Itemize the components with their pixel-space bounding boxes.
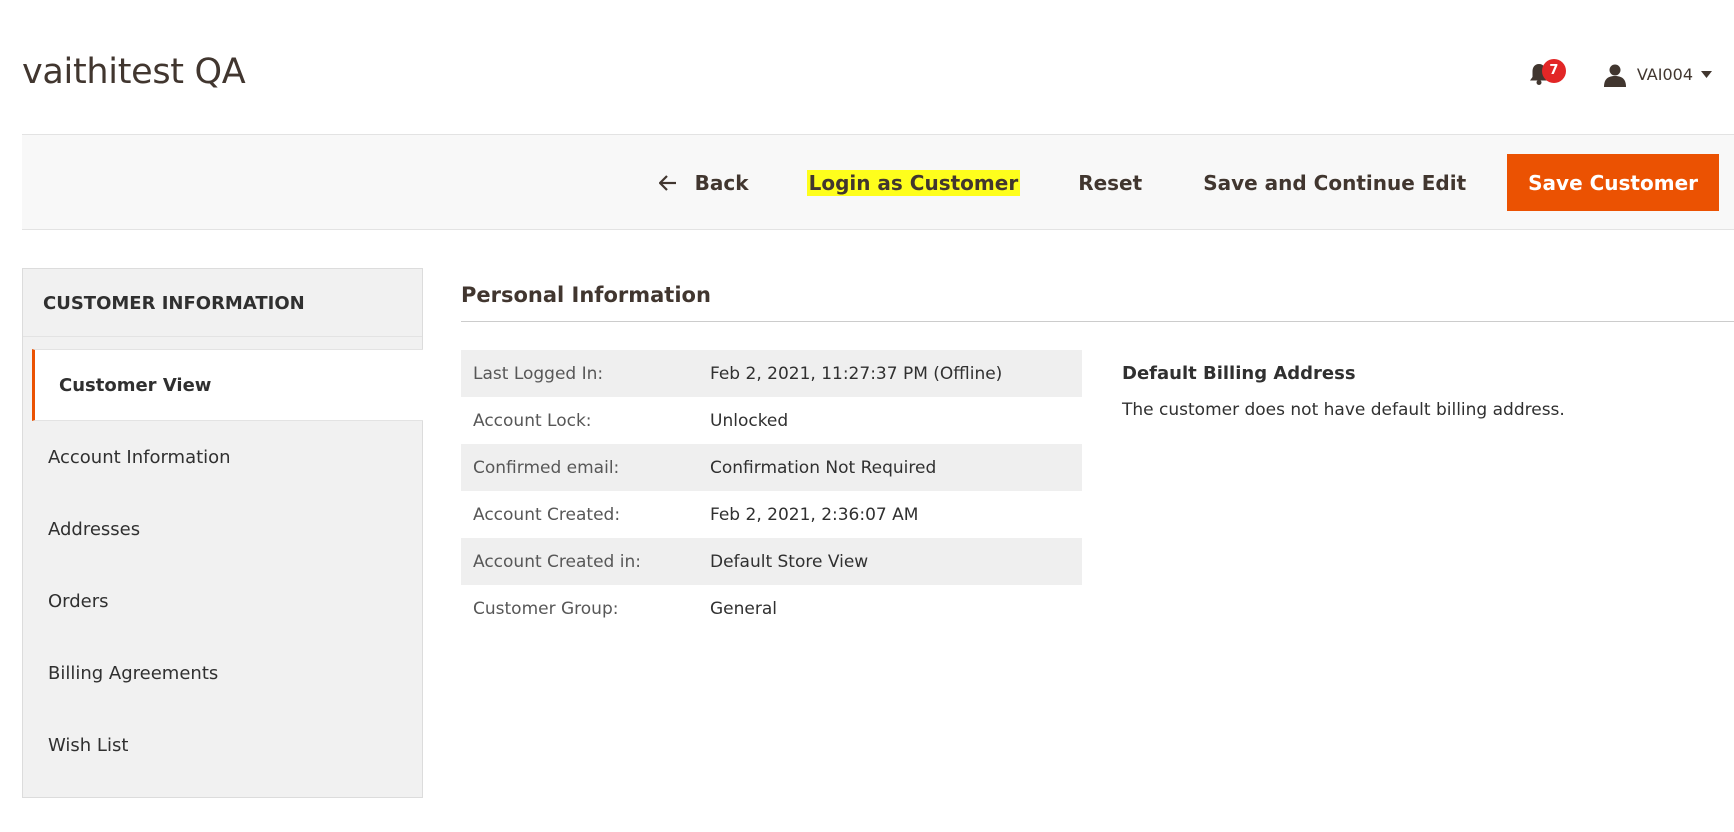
row-label: Account Created: (473, 504, 621, 525)
arrow-left-icon (658, 174, 676, 191)
back-button[interactable]: Back (656, 165, 752, 201)
sidebar-item-orders[interactable]: Orders (22, 565, 423, 637)
row-label: Confirmed email: (461, 444, 698, 491)
save-and-continue-edit-button[interactable]: Save and Continue Edit (1200, 165, 1469, 201)
table-row: Account Created in: Default Store View (461, 538, 1082, 585)
page-title: vaithitest QA (22, 52, 246, 92)
customer-info-sidebar: CUSTOMER INFORMATION Customer View Accou… (22, 268, 423, 798)
sidebar-item-customer-view[interactable]: Customer View (32, 349, 423, 421)
default-billing-address: Default Billing Address The customer doe… (1122, 363, 1565, 420)
row-label: Last Logged In: (461, 350, 698, 397)
reset-button[interactable]: Reset (1075, 165, 1145, 201)
caret-down-icon (1701, 71, 1712, 78)
header-actions: 7 VAI004 (1525, 56, 1712, 92)
row-label: Customer Group: (473, 598, 619, 619)
table-row: Last Logged In: Feb 2, 2021, 11:27:37 PM… (461, 350, 1082, 397)
user-account-menu[interactable]: VAI004 (1603, 56, 1712, 92)
personal-information-table: Last Logged In: Feb 2, 2021, 11:27:37 PM… (461, 350, 1082, 632)
row-value: Unlocked (710, 410, 789, 431)
sidebar-tabs: Customer View Account Information Addres… (22, 349, 423, 781)
toolbar-actions: Back Login as Customer Reset Save and Co… (601, 154, 1719, 211)
table-row: Confirmed email: Confirmation Not Requir… (461, 444, 1082, 491)
row-label: Account Lock: (473, 410, 592, 431)
billing-text: The customer does not have default billi… (1122, 400, 1565, 420)
sidebar-item-wish-list[interactable]: Wish List (22, 709, 423, 781)
notifications-button[interactable]: 7 (1525, 56, 1566, 92)
row-value: Feb 2, 2021, 11:27:37 PM (Offline) (698, 350, 1082, 397)
save-customer-button[interactable]: Save Customer (1507, 154, 1719, 211)
table-row: Account Lock: Unlocked (461, 397, 1082, 444)
page-actions-toolbar: Back Login as Customer Reset Save and Co… (22, 134, 1734, 230)
row-value: Confirmation Not Required (698, 444, 1082, 491)
user-name: VAI004 (1636, 64, 1693, 84)
sidebar-title: CUSTOMER INFORMATION (23, 269, 422, 337)
login-as-customer-button[interactable]: Login as Customer (806, 169, 1021, 196)
notification-count-badge: 7 (1541, 59, 1566, 83)
personal-information-title: Personal Information (461, 283, 1734, 322)
row-label: Account Created in: (461, 538, 698, 585)
row-value: General (710, 598, 777, 619)
billing-title: Default Billing Address (1122, 363, 1356, 384)
back-label: Back (694, 170, 749, 195)
sidebar-item-account-information[interactable]: Account Information (22, 421, 423, 493)
row-value: Default Store View (698, 538, 1082, 585)
sidebar-item-billing-agreements[interactable]: Billing Agreements (22, 637, 423, 709)
table-row: Customer Group: General (461, 585, 1082, 632)
customer-view-content: Personal Information Last Logged In: Feb… (461, 283, 1734, 619)
row-value: Feb 2, 2021, 2:36:07 AM (710, 504, 919, 525)
table-row: Account Created: Feb 2, 2021, 2:36:07 AM (461, 491, 1082, 538)
user-icon (1603, 64, 1626, 87)
sidebar-item-addresses[interactable]: Addresses (22, 493, 423, 565)
